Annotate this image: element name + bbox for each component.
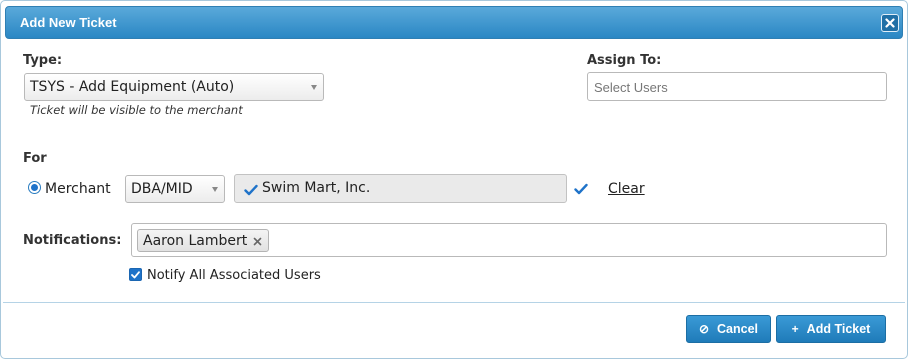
dialog-title: Add New Ticket: [20, 15, 117, 30]
checkmark-icon: [131, 270, 140, 278]
clear-link[interactable]: Clear: [608, 181, 645, 197]
close-icon: [885, 18, 895, 28]
chevron-down-icon: [212, 187, 218, 192]
merchant-field[interactable]: Swim Mart, Inc.: [234, 174, 567, 203]
checkmark-icon: [574, 183, 588, 195]
add-ticket-button[interactable]: + Add Ticket: [776, 315, 886, 343]
notify-all-label: Notify All Associated Users: [147, 268, 321, 283]
visibility-hint: Ticket will be visible to the merchant: [30, 103, 243, 117]
plus-icon: +: [791, 322, 799, 336]
remove-tag-icon[interactable]: [253, 237, 262, 246]
add-ticket-button-label: Add Ticket: [806, 322, 871, 336]
assign-users-placeholder: Select Users: [594, 80, 668, 95]
assign-users-input[interactable]: Select Users: [587, 72, 887, 101]
merchant-value: Swim Mart, Inc.: [262, 180, 371, 196]
chevron-down-icon: [311, 85, 317, 90]
notification-tag: Aaron Lambert: [137, 229, 269, 252]
assign-to-label: Assign To:: [587, 53, 662, 68]
type-label: Type:: [23, 53, 63, 68]
type-select[interactable]: TSYS - Add Equipment (Auto): [24, 73, 324, 101]
lookup-type-value: DBA/MID: [131, 181, 193, 197]
add-ticket-dialog: Add New Ticket Type: TSYS - Add Equipmen…: [0, 0, 908, 359]
type-select-value: TSYS - Add Equipment (Auto): [30, 79, 235, 95]
footer-divider: [3, 302, 905, 303]
ban-icon: ⊘: [698, 322, 710, 336]
lookup-type-select[interactable]: DBA/MID: [125, 175, 225, 203]
dialog-titlebar: Add New Ticket: [5, 6, 903, 39]
for-label: For: [23, 151, 47, 166]
merchant-radio-label: Merchant: [45, 181, 111, 197]
notifications-label: Notifications:: [23, 233, 122, 248]
merchant-radio[interactable]: [28, 181, 41, 194]
cancel-button-label: Cancel: [717, 322, 759, 336]
cancel-button[interactable]: ⊘ Cancel: [686, 315, 771, 343]
notification-tag-label: Aaron Lambert: [143, 233, 248, 249]
notify-all-checkbox[interactable]: [129, 268, 142, 281]
checkmark-icon: [244, 184, 258, 196]
close-button[interactable]: [881, 14, 899, 32]
